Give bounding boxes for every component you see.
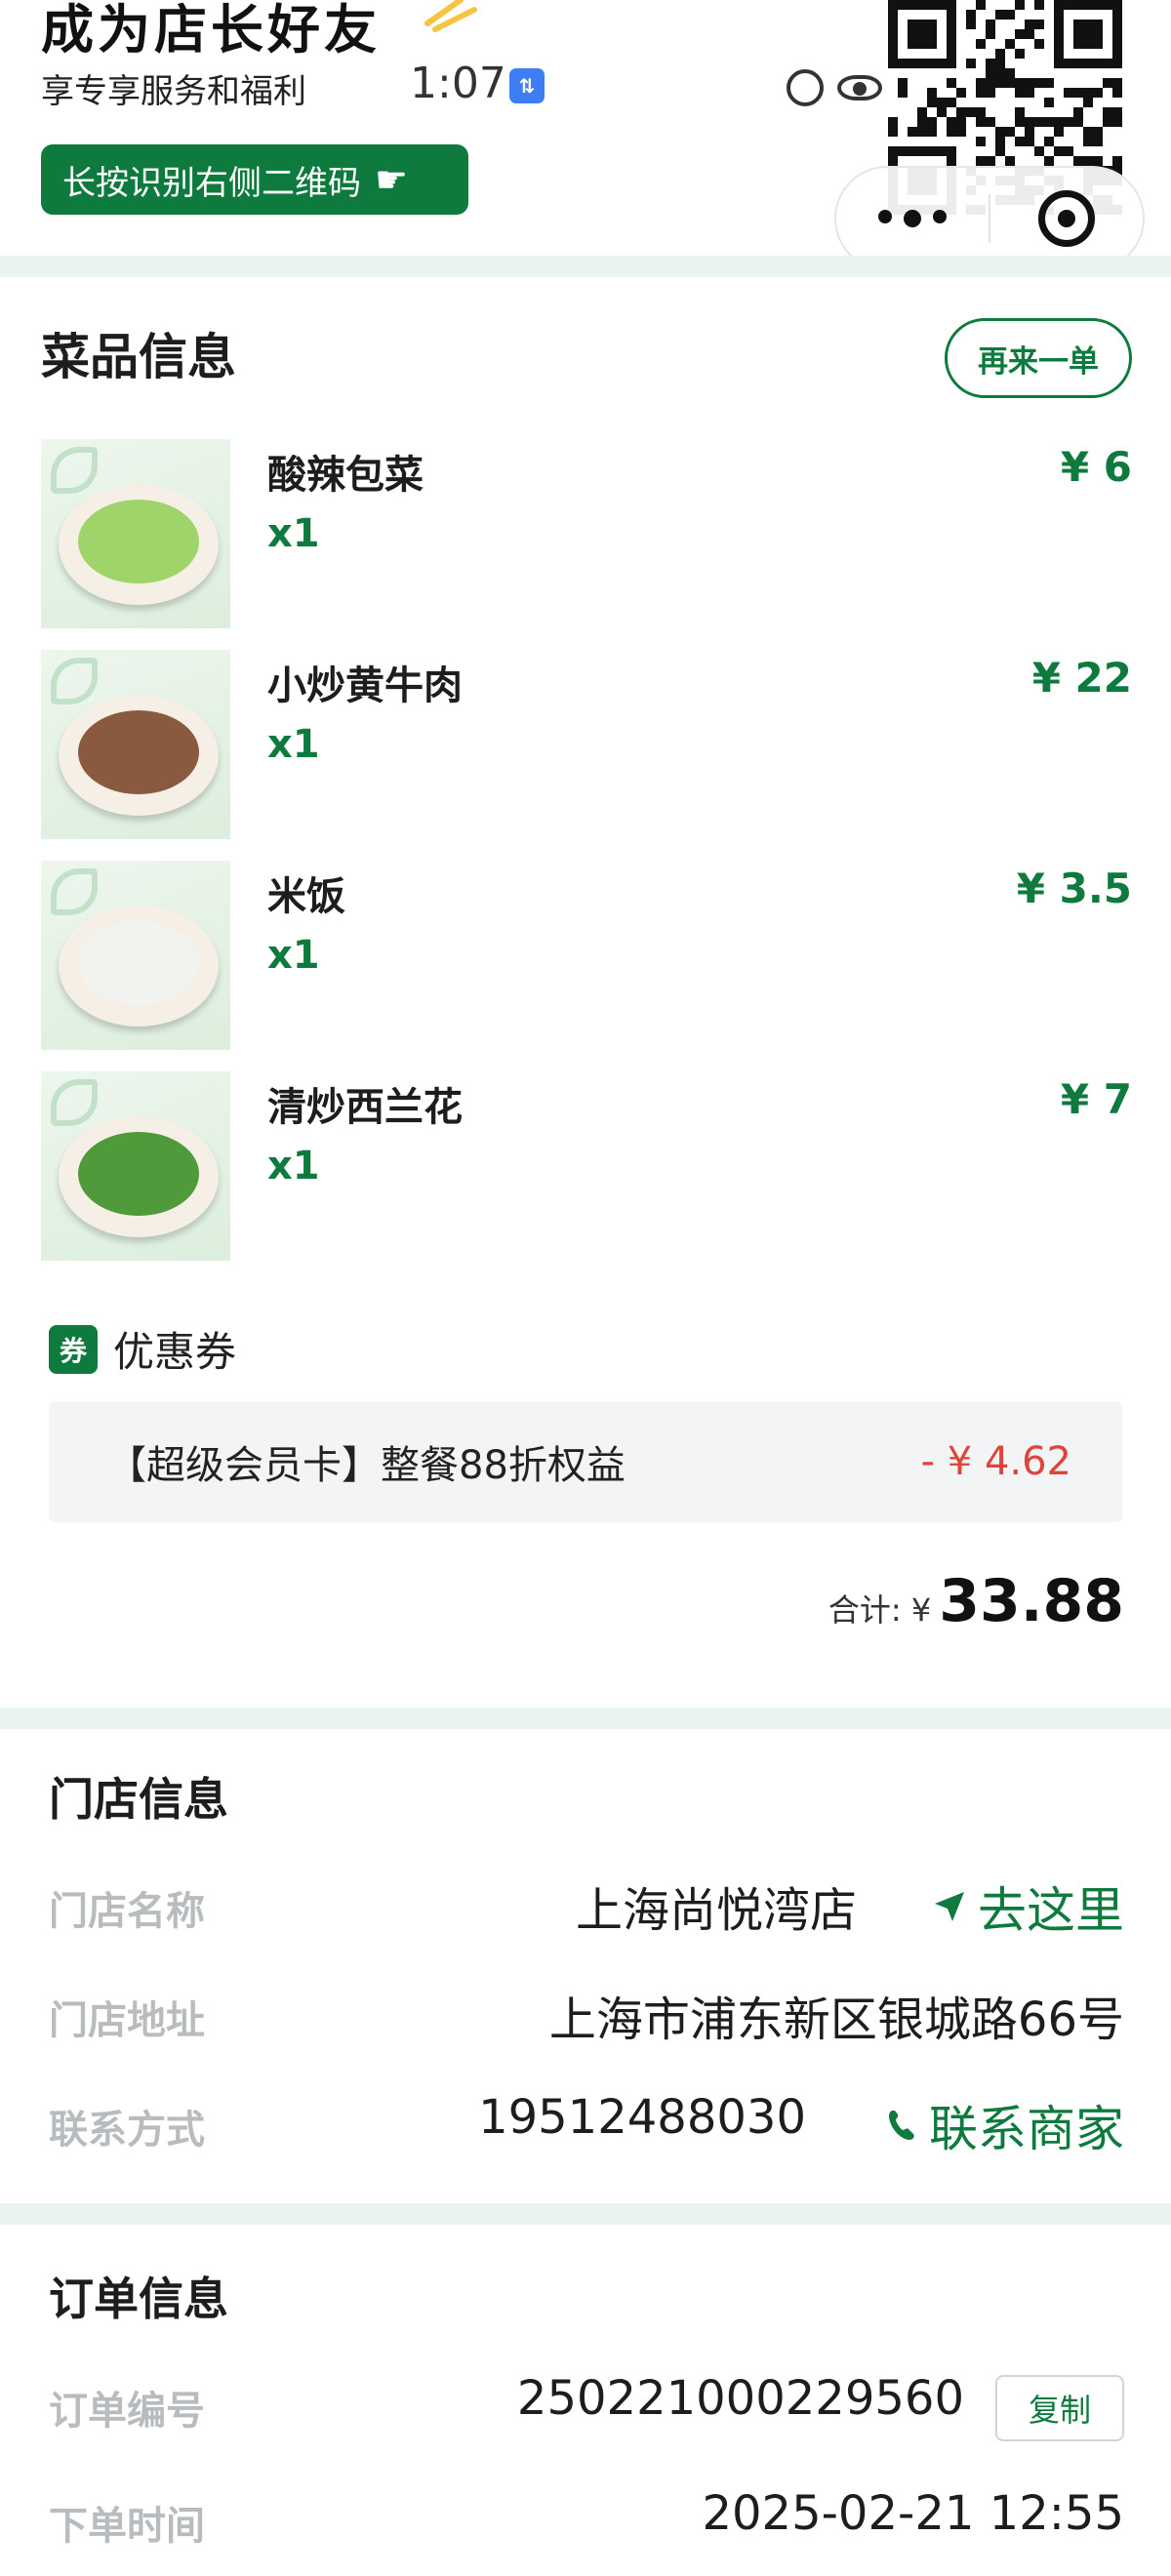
store-contact-row: 联系方式 19512488030 联系商家 <box>49 2090 1124 2158</box>
store-address-row: 门店地址 上海市浦东新区银城路66号 <box>49 1981 1124 2049</box>
store-address-label: 门店地址 <box>49 1998 205 2043</box>
store-contact-value: 19512488030 <box>478 2090 806 2145</box>
total-label: 合计: ¥ <box>828 1591 932 1629</box>
store-name-label: 门店名称 <box>49 1889 205 1934</box>
dish-price: ¥ 6 <box>1060 443 1132 491</box>
dish-item: 清炒西兰花 x1 ¥ 7 <box>41 1071 1132 1261</box>
dish-image <box>41 861 230 1050</box>
sparkle-icon <box>424 0 477 32</box>
dish-name: 米饭 <box>267 874 345 919</box>
navigate-label: 去这里 <box>978 1882 1124 1939</box>
section-divider <box>0 256 1171 277</box>
more-icon[interactable] <box>836 210 989 227</box>
dish-price: ¥ 22 <box>1031 654 1132 702</box>
store-contact-label: 联系方式 <box>49 2108 205 2153</box>
call-merchant-link[interactable]: 联系商家 <box>886 2090 1124 2160</box>
order-time-label: 下单时间 <box>49 2504 205 2549</box>
dish-price: ¥ 3.5 <box>1016 865 1132 912</box>
banner-subtitle: 享专享服务和福利 <box>41 72 306 111</box>
dish-name: 酸辣包菜 <box>267 453 424 498</box>
store-friend-banner: 成为店长好友 享专享服务和福利 1:07 ⇅ 长按识别右侧二维码 ☛ <box>0 0 1171 271</box>
reorder-button[interactable]: 再来一单 <box>945 318 1132 398</box>
store-name-row: 门店名称 上海尚悦湾店 去这里 <box>49 1872 1124 1940</box>
call-merchant-label: 联系商家 <box>929 2101 1124 2157</box>
total-value: 33.88 <box>939 1567 1124 1635</box>
nfc-icon <box>787 69 824 106</box>
order-time-row: 下单时间 2025-02-21 12:55 <box>49 2486 1124 2555</box>
store-name-value: 上海尚悦湾店 <box>575 1883 857 1938</box>
store-section-title: 门店信息 <box>49 1773 228 1826</box>
order-total: 合计: ¥ 33.88 <box>828 1567 1124 1635</box>
section-divider <box>0 1708 1171 1729</box>
coupon-title: 优惠券 <box>113 1328 237 1376</box>
dish-quantity: x1 <box>267 722 320 767</box>
dishes-section-title: 菜品信息 <box>41 329 236 385</box>
navigation-arrow-icon <box>935 1892 964 1921</box>
dish-item: 酸辣包菜 x1 ¥ 6 <box>41 439 1132 628</box>
coupon-tag-icon: 券 <box>49 1325 98 1374</box>
order-time-value: 2025-02-21 12:55 <box>702 2486 1124 2541</box>
status-icons <box>787 66 882 109</box>
coupon-row: 【超级会员卡】整餐88折权益 - ¥ 4.62 <box>49 1401 1122 1522</box>
dish-name: 小炒黄牛肉 <box>267 664 463 708</box>
dish-image <box>41 1071 230 1261</box>
order-number-value: 250221000229560 <box>516 2371 964 2426</box>
dish-quantity: x1 <box>267 511 320 556</box>
status-time: 1:07 <box>410 59 506 108</box>
copy-order-number-button[interactable]: 复制 <box>995 2375 1124 2441</box>
dish-quantity: x1 <box>267 933 320 978</box>
close-target-icon[interactable] <box>990 190 1143 247</box>
dish-name: 清炒西兰花 <box>267 1085 463 1130</box>
hand-pointing-icon: ☛ <box>375 158 409 201</box>
data-transfer-icon: ⇅ <box>509 68 545 103</box>
section-divider <box>0 2203 1171 2225</box>
dish-quantity: x1 <box>267 1144 320 1188</box>
coupon-discount: - ¥ 4.62 <box>920 1439 1071 1484</box>
banner-title: 成为店长好友 <box>41 0 381 60</box>
dish-image <box>41 439 230 628</box>
dish-price: ¥ 7 <box>1060 1075 1132 1123</box>
dish-item: 米饭 x1 ¥ 3.5 <box>41 861 1132 1050</box>
dish-item: 小炒黄牛肉 x1 ¥ 22 <box>41 650 1132 839</box>
coupon-name: 【超级会员卡】整餐88折权益 <box>107 1443 626 1488</box>
dish-image <box>41 650 230 839</box>
order-number-label: 订单编号 <box>49 2389 205 2434</box>
scan-hint-label: 长按识别右侧二维码 <box>62 163 361 203</box>
order-number-row: 订单编号 250221000229560 复制 <box>49 2371 1124 2441</box>
phone-icon <box>889 2111 914 2140</box>
eye-icon <box>837 75 882 101</box>
store-address-value: 上海市浦东新区银城路66号 <box>548 1992 1124 2047</box>
order-section-title: 订单信息 <box>49 2273 228 2325</box>
scan-qr-hint: 长按识别右侧二维码 ☛ <box>41 144 468 215</box>
navigate-link[interactable]: 去这里 <box>933 1872 1124 1942</box>
